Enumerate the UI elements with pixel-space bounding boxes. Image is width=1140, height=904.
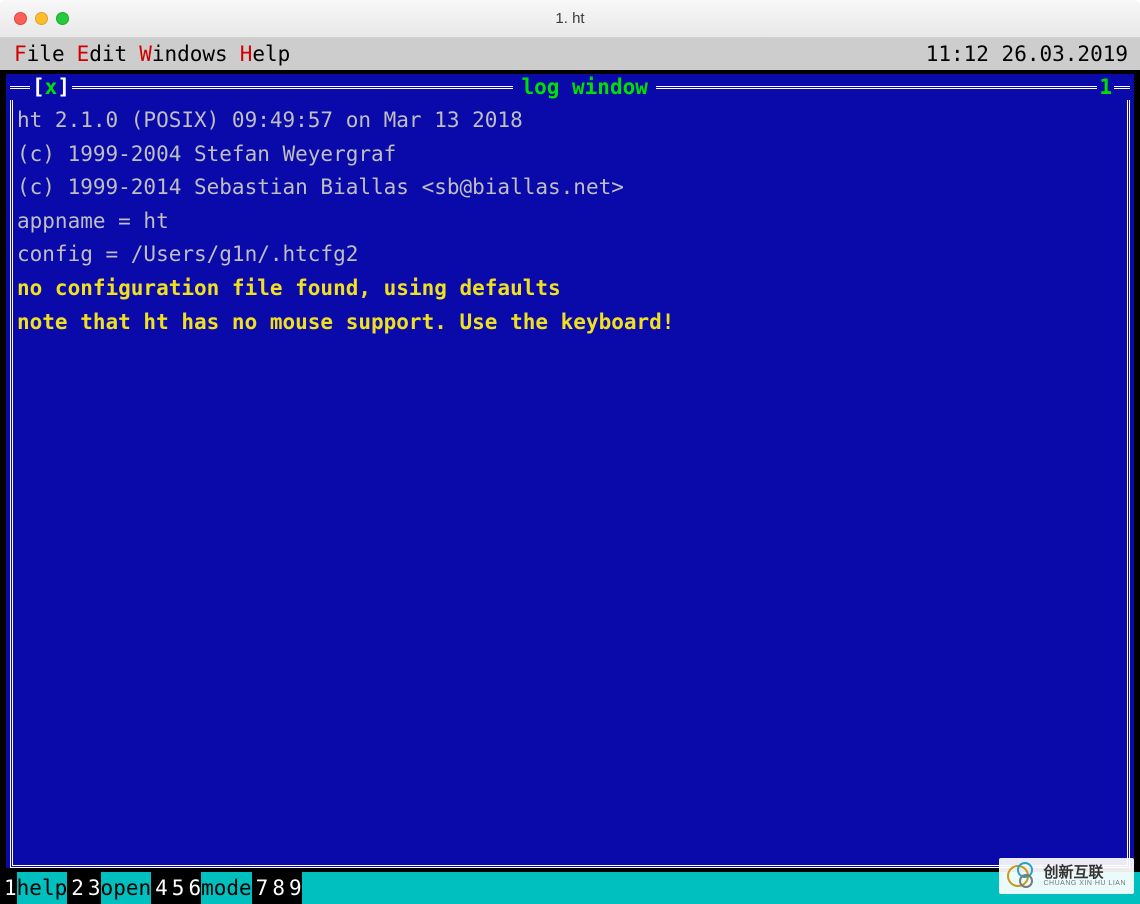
func-key-3[interactable]: 3 open <box>84 872 151 904</box>
log-line-warning: note that ht has no mouse support. Use t… <box>17 306 1123 340</box>
watermark: 创新互联 CHUANG XIN HU LIAN <box>999 858 1134 894</box>
log-line: config = /Users/g1n/.htcfg2 <box>17 238 1123 272</box>
func-key-1[interactable]: 1 help <box>0 872 67 904</box>
log-line: (c) 1999-2014 Sebastian Biallas <sb@bial… <box>17 171 1123 205</box>
function-key-bar: 1 help 2 3 open 4 5 6 mode <box>0 872 1140 904</box>
titlebar: 1. ht <box>0 0 1140 38</box>
func-key-2[interactable]: 2 <box>67 872 84 904</box>
menu-windows[interactable]: Windows <box>133 42 234 66</box>
frame-line <box>1114 86 1130 89</box>
clock-date: 11:12 26.03.2019 <box>926 42 1132 66</box>
frame-line <box>10 86 30 89</box>
terminal-area: File Edit Windows Help 11:12 26.03.2019 … <box>0 38 1140 904</box>
log-line-warning: no configuration file found, using defau… <box>17 272 1123 306</box>
log-window-title: log window <box>513 75 655 99</box>
menu-help[interactable]: Help <box>234 42 297 66</box>
menu-items: File Edit Windows Help <box>8 42 296 66</box>
func-key-5[interactable]: 5 <box>168 872 185 904</box>
func-key-8[interactable]: 8 <box>268 872 285 904</box>
log-window-titlebar: [x] log window 1 <box>6 74 1134 100</box>
frame-line <box>656 86 1097 89</box>
func-key-7[interactable]: 7 <box>252 872 269 904</box>
minimize-button[interactable] <box>35 12 48 25</box>
close-button[interactable] <box>14 12 27 25</box>
watermark-logo-icon <box>1007 862 1035 890</box>
app-window: 1. ht File Edit Windows Help 11:12 26.03… <box>0 0 1140 904</box>
traffic-lights <box>14 12 69 25</box>
log-line: ht 2.1.0 (POSIX) 09:49:57 on Mar 13 2018 <box>17 104 1123 138</box>
func-key-4[interactable]: 4 <box>151 872 168 904</box>
log-content: ht 2.1.0 (POSIX) 09:49:57 on Mar 13 2018… <box>13 100 1127 343</box>
log-line: appname = ht <box>17 205 1123 239</box>
log-window: [x] log window 1 ht 2.1.0 (POSIX) 09:49:… <box>0 70 1140 872</box>
close-icon[interactable]: [x] <box>30 75 72 99</box>
menubar: File Edit Windows Help 11:12 26.03.2019 <box>0 38 1140 70</box>
log-line: (c) 1999-2004 Stefan Weyergraf <box>17 138 1123 172</box>
log-window-index: 1 <box>1097 75 1114 99</box>
menu-file[interactable]: File <box>8 42 71 66</box>
func-key-6[interactable]: 6 mode <box>184 872 251 904</box>
zoom-button[interactable] <box>56 12 69 25</box>
menu-edit[interactable]: Edit <box>71 42 134 66</box>
watermark-text: 创新互联 CHUANG XIN HU LIAN <box>1043 865 1126 887</box>
frame-line <box>72 86 513 89</box>
window-title: 1. ht <box>12 10 1128 27</box>
log-window-body: ht 2.1.0 (POSIX) 09:49:57 on Mar 13 2018… <box>10 100 1130 868</box>
